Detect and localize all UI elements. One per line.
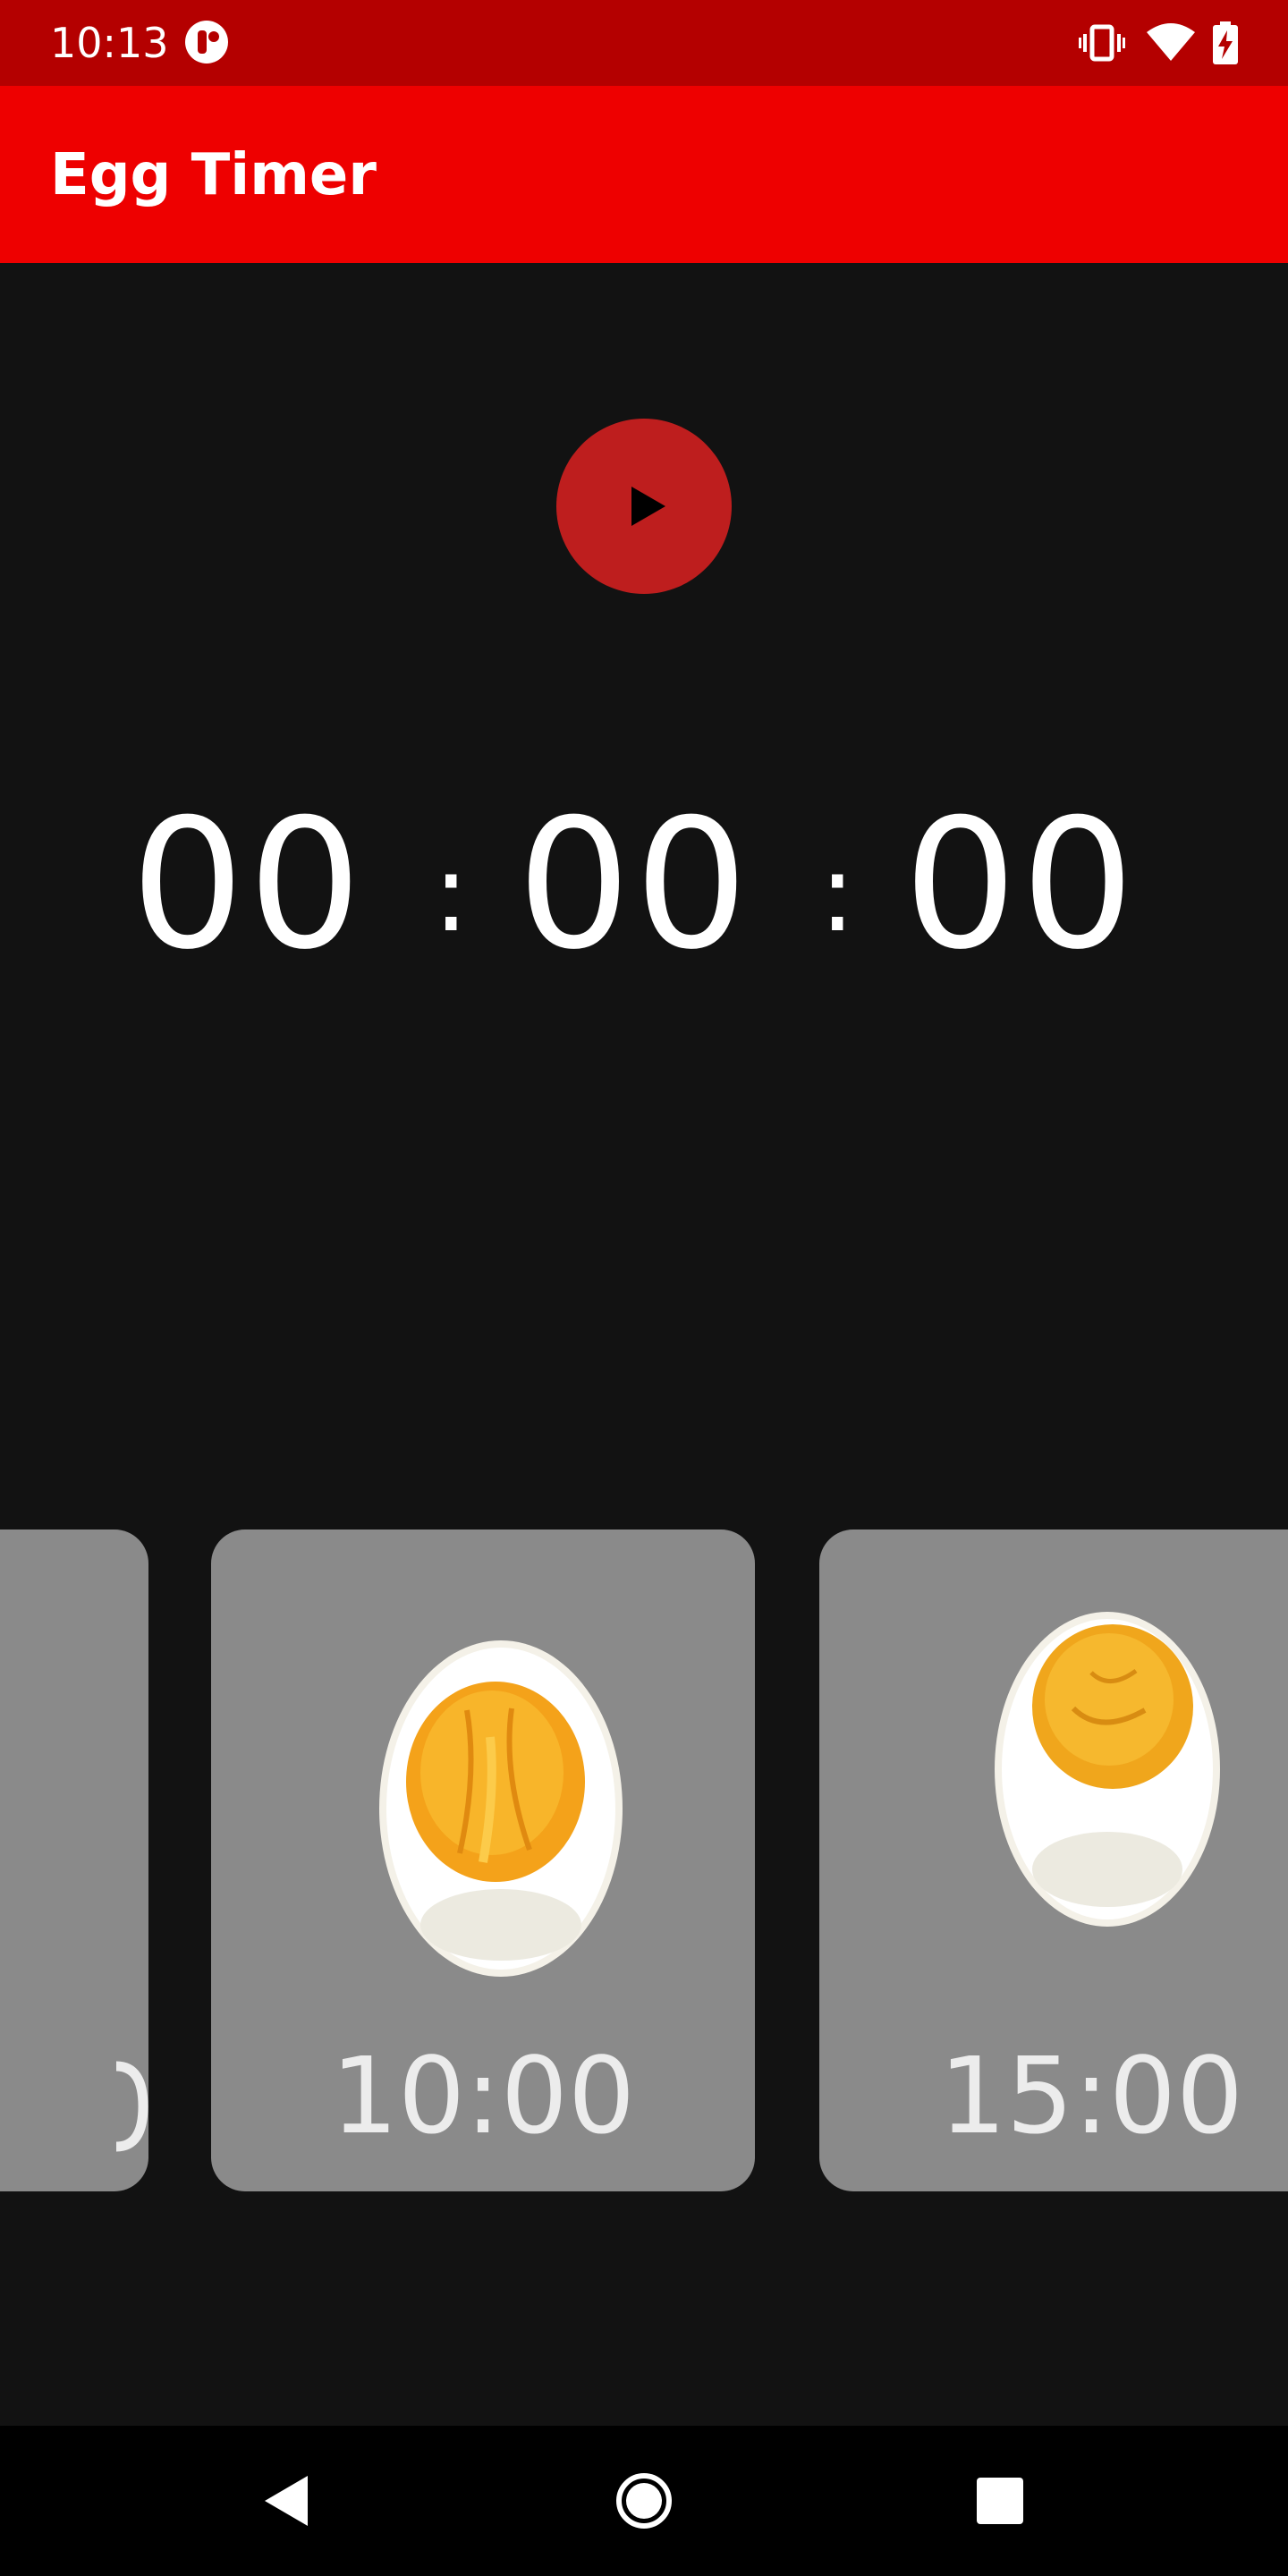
battery-charging-icon [1213, 21, 1238, 64]
play-button[interactable] [556, 419, 732, 594]
egg-card-time-fragment [116, 2061, 148, 2152]
timer-minutes: 00 [517, 781, 752, 989]
egg-card-carousel[interactable]: 10:00 15:00 [0, 1530, 1288, 2191]
timer-display: 00 : 00 : 00 [0, 787, 1288, 984]
app-bar: Egg Timer [0, 86, 1288, 263]
timer-seconds: 00 [903, 781, 1139, 989]
vibrate-icon [1079, 24, 1125, 62]
status-time: 10:13 [50, 19, 169, 67]
home-icon [616, 2473, 672, 2529]
back-button[interactable] [211, 2426, 361, 2576]
egg-card[interactable]: 15:00 [819, 1530, 1288, 2191]
play-icon [631, 487, 665, 526]
timer-separator: : [433, 832, 470, 956]
app-title: Egg Timer [50, 142, 377, 208]
recents-button[interactable] [925, 2426, 1075, 2576]
home-button[interactable] [569, 2426, 719, 2576]
timer-hours: 00 [131, 781, 366, 989]
timer-separator: : [819, 832, 856, 956]
egg-card-time: 15:00 [938, 2034, 1244, 2157]
hard-boiled-egg-image [995, 1612, 1220, 1927]
recents-icon [977, 2478, 1023, 2524]
status-bar: 10:13 [0, 0, 1288, 86]
egg-card[interactable]: 10:00 [211, 1530, 755, 2191]
soft-boiled-egg-image [379, 1640, 623, 1977]
wifi-icon [1147, 23, 1195, 61]
system-nav-bar [0, 2426, 1288, 2576]
egg-card-time: 10:00 [330, 2034, 636, 2157]
app-notification-icon [185, 21, 228, 64]
back-icon [265, 2476, 308, 2526]
egg-card[interactable] [0, 1530, 148, 2191]
